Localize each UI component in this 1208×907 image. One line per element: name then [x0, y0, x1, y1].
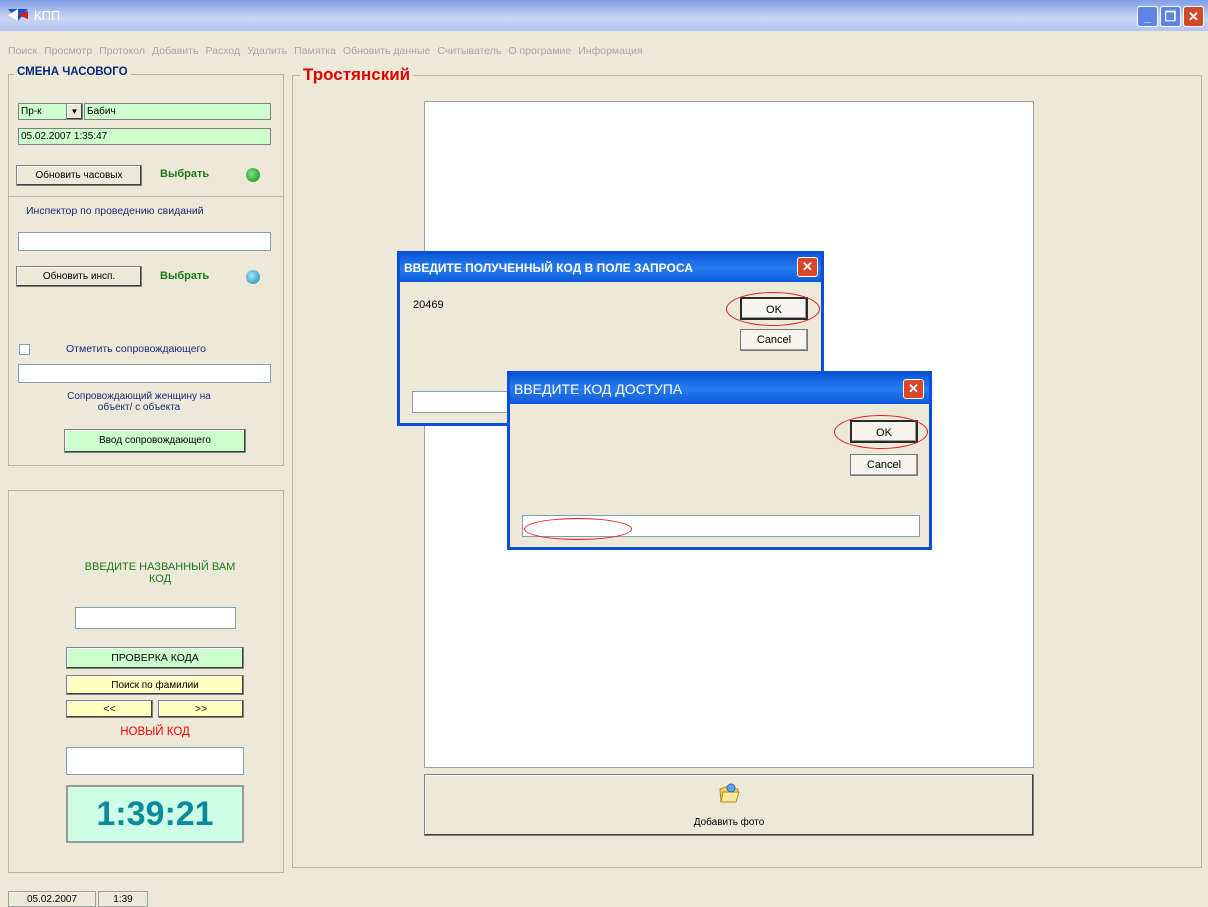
dialog1-close-button[interactable]: ✕ [797, 257, 818, 277]
restore-button[interactable]: ❐ [1160, 6, 1181, 27]
dialog2-input-highlight [524, 518, 632, 540]
post-combo[interactable]: Пр-к [18, 103, 68, 120]
shift-datetime-field: 05.02.2007 1:35:47 [18, 128, 271, 145]
search-by-surname-button[interactable]: Поиск по фамилии [66, 675, 244, 695]
add-photo-label: Добавить фото [693, 817, 765, 828]
combo-dropdown-button[interactable]: ▼ [66, 103, 83, 120]
inspector-label: Инспектор по проведению свиданий [26, 205, 204, 217]
dialog2-close-button[interactable]: ✕ [903, 379, 924, 399]
add-photo-button[interactable]: Добавить фото [424, 774, 1034, 836]
new-code-label: НОВЫЙ КОД [120, 726, 190, 738]
dialog1-title: ВВЕДИТЕ ПОЛУЧЕННЫЙ КОД В ПОЛЕ ЗАПРОСА [404, 261, 693, 275]
new-code-field [66, 747, 244, 775]
menu-item[interactable]: Информация [578, 45, 642, 59]
menu-item[interactable]: Протокол [99, 45, 145, 59]
main-title: Тростянский [300, 65, 414, 85]
dialog2-titlebar: ВВЕДИТЕ КОД ДОСТУПА ✕ [510, 374, 929, 404]
clock-display: 1:39:21 [66, 785, 244, 843]
menu-item[interactable]: О програмие [508, 45, 571, 59]
check-code-button[interactable]: ПРОВЕРКА КОДА [66, 647, 244, 669]
dialog1-titlebar: ВВЕДИТЕ ПОЛУЧЕННЫЙ КОД В ПОЛЕ ЗАПРОСА ✕ [400, 254, 821, 282]
update-inspector-button[interactable]: Обновить инсп. [16, 266, 142, 287]
menu-item[interactable]: Считыватель [437, 45, 501, 59]
title-bar [0, 0, 1208, 31]
select-guard-label[interactable]: Выбрать [160, 168, 209, 180]
guard-name-field[interactable]: Бабич [84, 103, 271, 120]
select-inspector-label[interactable]: Выбрать [160, 270, 209, 282]
minimize-button[interactable]: _ [1137, 6, 1158, 27]
post-combo-value: Пр-к [21, 106, 42, 117]
menu-item[interactable]: Памятка [294, 45, 336, 59]
enter-escort-button[interactable]: Ввод сопровождающего [64, 429, 246, 453]
window-title: КПП [34, 8, 61, 23]
dialog1-code: 20469 [413, 299, 444, 311]
dialog1-cancel-button[interactable]: Cancel [740, 329, 808, 351]
dialog1-ok-highlight [726, 292, 820, 326]
prev-button[interactable]: << [66, 700, 153, 718]
menu-item[interactable]: Просмотр [44, 45, 92, 59]
next-button[interactable]: >> [158, 700, 244, 718]
folder-icon [719, 783, 740, 803]
dialog2-title: ВВЕДИТЕ КОД ДОСТУПА [514, 381, 683, 397]
escort-note: Сопровождающий женщину на объект/ с объе… [67, 391, 211, 413]
menu-item[interactable]: Расход [205, 45, 240, 59]
escort-field[interactable] [18, 364, 271, 383]
named-code-field[interactable] [75, 607, 236, 629]
guard-status-led [246, 168, 260, 182]
inspector-field[interactable] [18, 232, 271, 251]
menu-item[interactable]: Удалить [247, 45, 287, 59]
dialog2-ok-highlight [834, 415, 928, 449]
menu-bar: Поиск Просмотр Протокол Добавить Расход Удали… [8, 45, 650, 59]
escort-check-label: Отметить сопровождающего [66, 343, 206, 355]
dialog1-input[interactable] [412, 391, 512, 413]
inspector-status-led [246, 270, 260, 284]
menu-item[interactable]: Обновить данные [343, 45, 430, 59]
shift-legend: СМЕНА ЧАСОВОГО [14, 66, 131, 78]
app-icon [8, 9, 28, 21]
access-code-dialog: ВВЕДИТЕ КОД ДОСТУПА ✕ OK Cancel [507, 371, 932, 550]
dialog2-cancel-button[interactable]: Cancel [850, 454, 918, 476]
menu-item[interactable]: Поиск [8, 45, 37, 59]
update-guards-button[interactable]: Обновить часовых [16, 165, 142, 186]
menu-item[interactable]: Добавить [152, 45, 198, 59]
escort-checkbox[interactable] [19, 344, 30, 355]
code-prompt: ВВЕДИТЕ НАЗВАННЫЙ ВАМ КОД [84, 561, 236, 585]
divider [8, 196, 284, 197]
close-window-button[interactable]: ✕ [1183, 6, 1204, 27]
